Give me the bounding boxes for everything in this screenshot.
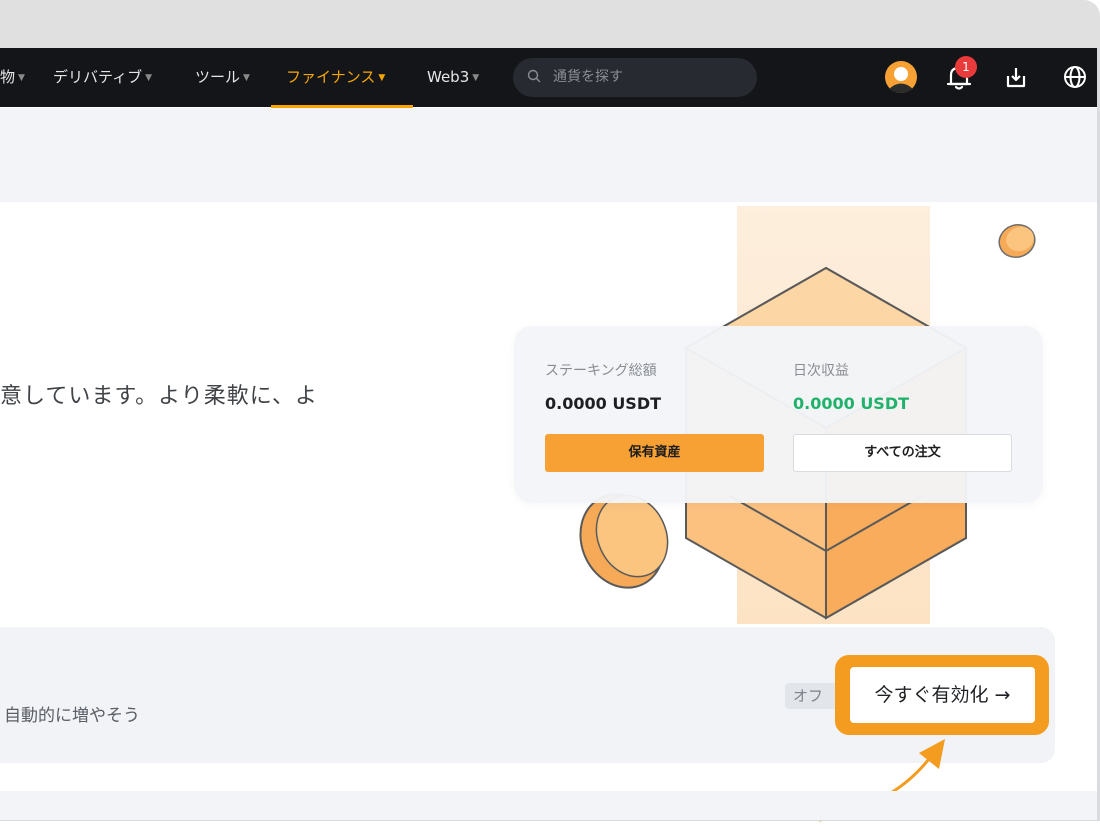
nav-item-label: デリバティブ — [53, 68, 143, 86]
status-badge: オフ — [785, 683, 837, 709]
nav-item-finance[interactable]: ファイナンス ▼ — [286, 48, 385, 107]
nav-item-label: 物 — [0, 68, 16, 86]
nav-item-label: ツール — [195, 68, 241, 86]
page-header-band — [0, 108, 1100, 202]
nav-item-tools[interactable]: ツール ▼ — [195, 48, 250, 107]
daily-earnings-label: 日次収益 — [793, 363, 849, 379]
caret-down-icon: ▼ — [378, 73, 386, 83]
nav-item-label: Web3 — [427, 68, 470, 86]
page-footer-band — [0, 791, 1100, 821]
caret-down-icon: ▼ — [243, 73, 250, 83]
nav-item-label: ファイナンス — [286, 68, 376, 86]
staking-total-label: ステーキング総額 — [545, 363, 657, 379]
download-icon[interactable] — [997, 58, 1035, 96]
nav-item-web3[interactable]: Web3 ▼ — [427, 48, 479, 107]
avatar-icon[interactable] — [882, 58, 920, 96]
caret-down-icon: ▼ — [18, 73, 25, 83]
nav-item-spot[interactable]: 物 ▼ — [0, 48, 25, 107]
browser-chrome — [0, 0, 1100, 48]
notification-badge: 1 — [955, 56, 977, 78]
holdings-button[interactable]: 保有資産 — [545, 434, 764, 472]
search-icon — [527, 69, 541, 83]
staking-summary-card — [514, 326, 1043, 503]
hero-description: 意しています。より柔軟に、よ — [0, 384, 319, 409]
caret-down-icon: ▼ — [145, 73, 153, 83]
coin-search-input[interactable]: 通貨を探す — [513, 58, 757, 97]
caret-down-icon: ▼ — [472, 73, 480, 83]
staking-total-value: 0.0000 USDT — [545, 394, 662, 413]
auto-earn-description: 自動的に増やそう — [4, 706, 140, 726]
activate-now-button[interactable]: 今すぐ有効化 → — [850, 667, 1035, 723]
page: 物 ▼ デリバティブ ▼ ツール ▼ ファイナンス ▼ Web3 ▼ 通貨を探す 1 意し… — [0, 0, 1100, 822]
daily-earnings-value: 0.0000 USDT — [793, 394, 910, 413]
globe-icon[interactable] — [1056, 58, 1094, 96]
search-placeholder: 通貨を探す — [553, 69, 623, 85]
nav-item-derivatives[interactable]: デリバティブ ▼ — [53, 48, 152, 107]
all-orders-button[interactable]: すべての注文 — [793, 434, 1012, 472]
